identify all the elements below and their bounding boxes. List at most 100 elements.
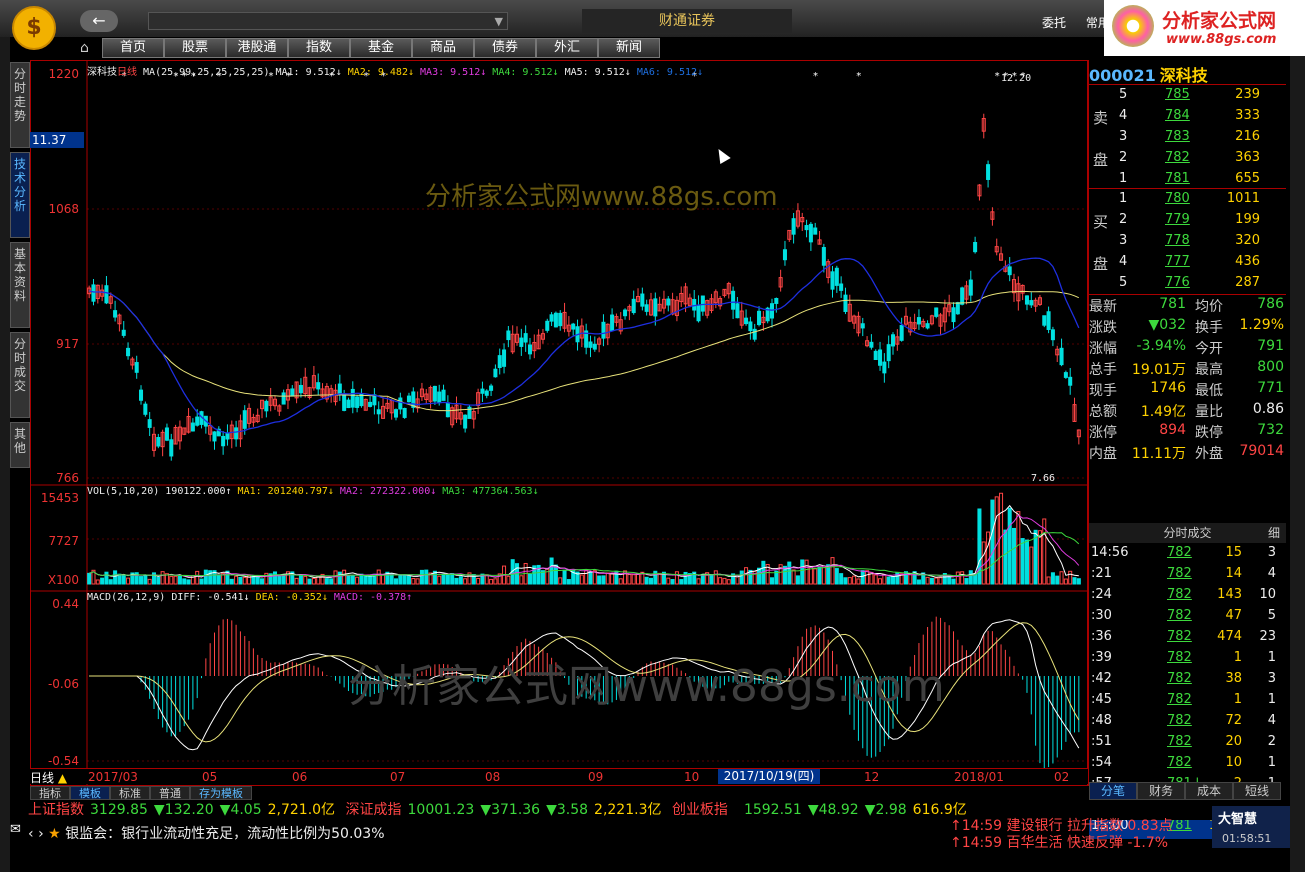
tick-detail-button[interactable]: 细 [1268, 523, 1280, 543]
header-period: 日线 [117, 67, 137, 78]
tab-shortterm[interactable]: 短线 [1233, 782, 1281, 800]
tab-ticks[interactable]: 分时成交 [10, 332, 30, 418]
period-daily-tab[interactable]: 日线 ▲ [30, 769, 67, 786]
menu-forex[interactable]: 外汇 [536, 38, 598, 58]
candle-body [342, 393, 347, 411]
sz-index-name[interactable]: 深证成指 [346, 802, 402, 818]
volume-bar [255, 576, 260, 585]
buy-row[interactable]: 3 778 320 [1089, 233, 1286, 254]
volume-bar [938, 577, 943, 585]
buy-row[interactable]: 5 776 287 [1089, 275, 1286, 296]
alert-line-2[interactable]: ↑14:59 百华生活 快速反弹 -1.7% [950, 835, 1210, 852]
candle-body [1029, 300, 1034, 306]
tab-ticks-detail[interactable]: 分笔 [1089, 782, 1137, 800]
tick-count: 3 [1267, 545, 1276, 560]
volume-bar [229, 578, 234, 585]
sell-row[interactable]: 2 782 363 [1089, 150, 1286, 171]
volume-bar [1012, 527, 1017, 585]
star-icon[interactable]: ★ [48, 826, 61, 842]
menu-bar: 首页 股票 港股通 指数 基金 商品 债券 外汇 新闻 [102, 38, 688, 59]
tick-count: 10 [1259, 587, 1276, 602]
x-label-2017-03: 2017/03 [88, 770, 138, 784]
tab-cost[interactable]: 成本 [1185, 782, 1233, 800]
volume-bar [121, 574, 126, 585]
stat-value: 786 [1257, 296, 1284, 312]
menu-commodities[interactable]: 商品 [412, 38, 474, 58]
stat-row: 总额 1.49亿 量比 0.86 [1089, 401, 1286, 422]
volume-bar [415, 578, 420, 585]
vol-title: VOL(5,10,20) [87, 486, 160, 497]
sell-price: 785 [1165, 87, 1190, 102]
menu-home[interactable]: 首页 [102, 38, 164, 58]
volume-bar [1046, 576, 1051, 585]
tick-count: 4 [1267, 713, 1276, 728]
candle-body [290, 388, 295, 397]
search-input[interactable]: ▼ [148, 12, 508, 30]
menu-funds[interactable]: 基金 [350, 38, 412, 58]
menu-stocks[interactable]: 股票 [164, 38, 226, 58]
volume-bar [368, 576, 373, 585]
candle-body [372, 394, 377, 406]
tab-template[interactable]: 模板 [70, 786, 110, 800]
buy-level: 1 [1119, 191, 1128, 206]
sh-index-name[interactable]: 上证指数 [28, 802, 84, 818]
buy-row[interactable]: 1 780 1011 [1089, 191, 1286, 212]
tab-normal[interactable]: 普通 [150, 786, 190, 800]
brand-url: www.88gs.com [1166, 32, 1277, 47]
volume-bar [1016, 511, 1021, 585]
cy-index-name[interactable]: 创业板指 [672, 802, 728, 818]
volume-bar [182, 578, 187, 585]
home-icon[interactable]: ⌂ [80, 40, 89, 56]
menu-bonds[interactable]: 债券 [474, 38, 536, 58]
sell-row[interactable]: 5 785 239 [1089, 87, 1286, 108]
buy-row[interactable]: 2 779 199 [1089, 212, 1286, 233]
ma4-value: MA4: 9.512↓ [492, 67, 559, 78]
sell-row[interactable]: 3 783 216 [1089, 129, 1286, 150]
candle-body [813, 227, 818, 235]
x-label-06: 06 [292, 770, 308, 784]
tab-finance[interactable]: 财务 [1137, 782, 1185, 800]
volume-bar [242, 576, 247, 585]
buy-volume: 320 [1235, 233, 1260, 248]
volume-bar [1055, 575, 1060, 585]
entrust-button[interactable]: 委托 [1042, 16, 1066, 30]
back-button[interactable]: ← [80, 10, 118, 32]
tab-indicator[interactable]: 指标 [30, 786, 70, 800]
mail-icon[interactable]: ✉ [10, 822, 21, 837]
broker-title: 财通证券 [582, 9, 792, 33]
stat-value: ▼032 [1148, 317, 1187, 333]
volume-bar [800, 559, 805, 585]
prev-news-icon[interactable]: ‹ [28, 826, 34, 842]
buy-row[interactable]: 4 777 436 [1089, 254, 1286, 275]
sell-row[interactable]: 4 784 333 [1089, 108, 1286, 129]
tab-intraday[interactable]: 分时走势 [10, 62, 30, 148]
volume-bar [709, 574, 714, 585]
chevron-down-icon[interactable]: ▼ [495, 15, 503, 28]
menu-index[interactable]: 指数 [288, 38, 350, 58]
volume-bar [307, 578, 312, 585]
tab-save-template[interactable]: 存为模板 [190, 786, 252, 800]
volume-bar [506, 575, 511, 585]
ma6-value: MA6: 9.512↓ [636, 67, 704, 78]
tick-volume: 72 [1225, 713, 1242, 728]
menu-hk-connect[interactable]: 港股通 [226, 38, 288, 58]
candle-body [653, 298, 658, 317]
candle-body [882, 361, 887, 374]
next-news-icon[interactable]: › [38, 826, 44, 842]
news-ticker: ‹ › ★ 银监会：银行业流动性充足，流动性比例为50.03% [28, 822, 948, 846]
tab-technical[interactable]: 技术分析 [10, 152, 30, 238]
menu-news[interactable]: 新闻 [598, 38, 660, 58]
volume-bar [113, 570, 118, 585]
volume-bar [311, 577, 316, 585]
volume-bar [303, 575, 308, 585]
tab-other[interactable]: 其他 [10, 422, 30, 468]
tick-count: 1 [1267, 755, 1276, 770]
candle-body [791, 218, 796, 235]
volume-bar [350, 575, 355, 585]
stat-value: 800 [1257, 359, 1284, 375]
news-text[interactable]: 银监会：银行业流动性充足，流动性比例为50.03% [65, 826, 384, 842]
signal-star: * [995, 71, 1000, 82]
tab-fundamentals[interactable]: 基本资料 [10, 242, 30, 328]
alert-line-1[interactable]: ↑14:59 建设银行 拉升指数 0.83点 [950, 818, 1210, 835]
tab-standard[interactable]: 标准 [110, 786, 150, 800]
